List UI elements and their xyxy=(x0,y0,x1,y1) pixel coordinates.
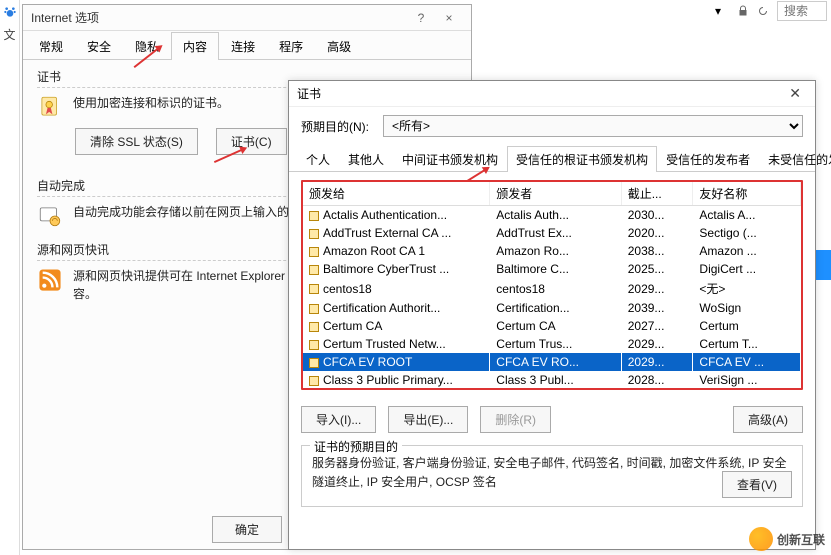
cert-action-row: 导入(I)... 导出(E)... 删除(R) 高级(A) xyxy=(289,398,815,441)
cert-store-tabs: 个人 其他人 中间证书颁发机构 受信任的根证书颁发机构 受信任的发布者 未受信任… xyxy=(289,145,815,172)
certificate-icon xyxy=(37,94,63,120)
table-row[interactable]: Class 3 Public Primary...Class 3 Publ...… xyxy=(303,371,801,389)
table-row[interactable]: Certum Trusted Netw...Certum Trus...2029… xyxy=(303,335,801,353)
col-issued-by[interactable]: 颁发者 xyxy=(490,182,621,206)
refresh-icon[interactable] xyxy=(757,5,769,17)
close-icon[interactable]: ✕ xyxy=(783,85,807,102)
autocomplete-icon xyxy=(37,203,63,229)
close-button[interactable]: × xyxy=(435,11,463,25)
watermark: 创新互联 xyxy=(749,527,825,551)
help-button[interactable]: ? xyxy=(407,11,435,25)
intended-purpose-row: 预期目的(N): <所有> xyxy=(289,107,815,145)
table-row[interactable]: Certum CACertum CA2027...Certum xyxy=(303,317,801,335)
lock-icon xyxy=(737,5,749,17)
watermark-text: 创新互联 xyxy=(777,531,825,548)
paw-icon[interactable] xyxy=(2,4,18,20)
table-row[interactable]: Baltimore CyberTrust ...Baltimore C...20… xyxy=(303,260,801,278)
tab-general[interactable]: 常规 xyxy=(27,32,75,60)
tab-personal[interactable]: 个人 xyxy=(297,146,339,172)
ok-button[interactable]: 确定 xyxy=(212,516,282,543)
export-button[interactable]: 导出(E)... xyxy=(388,406,468,433)
table-row[interactable]: centos18centos182029...<无> xyxy=(303,278,801,299)
tab-advanced[interactable]: 高级 xyxy=(315,32,363,60)
tab-security[interactable]: 安全 xyxy=(75,32,123,60)
purpose-box-title: 证书的预期目的 xyxy=(310,438,402,455)
tab-connections[interactable]: 连接 xyxy=(219,32,267,60)
cert-item-icon xyxy=(309,284,319,294)
cert-purpose-box: 证书的预期目的 服务器身份验证, 客户端身份验证, 安全电子邮件, 代码签名, … xyxy=(301,445,803,507)
cert-item-icon xyxy=(309,340,319,350)
table-row[interactable]: Actalis Authentication...Actalis Auth...… xyxy=(303,206,801,225)
table-row[interactable]: Certification Authorit...Certification..… xyxy=(303,299,801,317)
cert-item-icon xyxy=(309,265,319,275)
text-icon: 文 xyxy=(3,26,15,43)
remove-button[interactable]: 删除(R) xyxy=(480,406,551,433)
clear-ssl-button[interactable]: 清除 SSL 状态(S) xyxy=(75,128,198,155)
search-input[interactable] xyxy=(777,1,827,21)
table-row[interactable]: COMODO ECC Certifi...COMODO E...2038...S… xyxy=(303,389,801,390)
certificate-table: 颁发给 颁发者 截止... 友好名称 Actalis Authenticatio… xyxy=(303,182,801,390)
tab-trusted-publishers[interactable]: 受信任的发布者 xyxy=(657,146,759,172)
col-expiry[interactable]: 截止... xyxy=(621,182,693,206)
dialog-titlebar: Internet 选项 ? × xyxy=(23,5,471,31)
col-issued-to[interactable]: 颁发给 xyxy=(303,182,490,206)
certificates-dialog: 证书 ✕ 预期目的(N): <所有> 个人 其他人 中间证书颁发机构 受信任的根… xyxy=(288,80,816,550)
tab-other[interactable]: 其他人 xyxy=(339,146,393,172)
purpose-label: 预期目的(N): xyxy=(301,118,369,135)
cert-item-icon xyxy=(309,304,319,314)
certificate-list: 颁发给 颁发者 截止... 友好名称 Actalis Authenticatio… xyxy=(301,180,803,390)
col-friendly-name[interactable]: 友好名称 xyxy=(693,182,801,206)
cert-item-icon xyxy=(309,322,319,332)
left-browser-strip: 文 xyxy=(0,0,20,555)
tab-programs[interactable]: 程序 xyxy=(267,32,315,60)
certificates-button[interactable]: 证书(C) xyxy=(216,128,287,155)
cert-item-icon xyxy=(309,376,319,386)
import-button[interactable]: 导入(I)... xyxy=(301,406,376,433)
dialog-titlebar: 证书 ✕ xyxy=(289,81,815,107)
rss-icon xyxy=(37,267,63,293)
chevron-down-icon[interactable]: ▾ xyxy=(715,4,729,18)
tab-content[interactable]: 内容 xyxy=(171,32,219,60)
dialog-title: Internet 选项 xyxy=(31,9,99,26)
cert-item-icon xyxy=(309,229,319,239)
table-row[interactable]: Amazon Root CA 1Amazon Ro...2038...Amazo… xyxy=(303,242,801,260)
table-row[interactable]: CFCA EV ROOTCFCA EV RO...2029...CFCA EV … xyxy=(303,353,801,371)
purpose-select[interactable]: <所有> xyxy=(383,115,803,137)
cert-item-icon xyxy=(309,211,319,221)
advanced-button[interactable]: 高级(A) xyxy=(733,406,803,433)
browser-toolbar: ▾ xyxy=(711,0,831,22)
options-tabs: 常规 安全 隐私 内容 连接 程序 高级 xyxy=(23,31,471,60)
tab-trusted-root-ca[interactable]: 受信任的根证书颁发机构 xyxy=(507,146,657,172)
dialog-title: 证书 xyxy=(297,85,321,102)
cert-item-icon xyxy=(309,247,319,257)
watermark-logo-icon xyxy=(749,527,773,551)
cert-item-icon xyxy=(309,358,319,368)
view-button[interactable]: 查看(V) xyxy=(722,471,792,498)
tab-untrusted-publishers[interactable]: 未受信任的发布者 xyxy=(759,146,831,172)
purpose-description: 服务器身份验证, 客户端身份验证, 安全电子邮件, 代码签名, 时间戳, 加密文… xyxy=(312,454,792,492)
right-blue-strip xyxy=(815,250,831,280)
table-row[interactable]: AddTrust External CA ...AddTrust Ex...20… xyxy=(303,224,801,242)
